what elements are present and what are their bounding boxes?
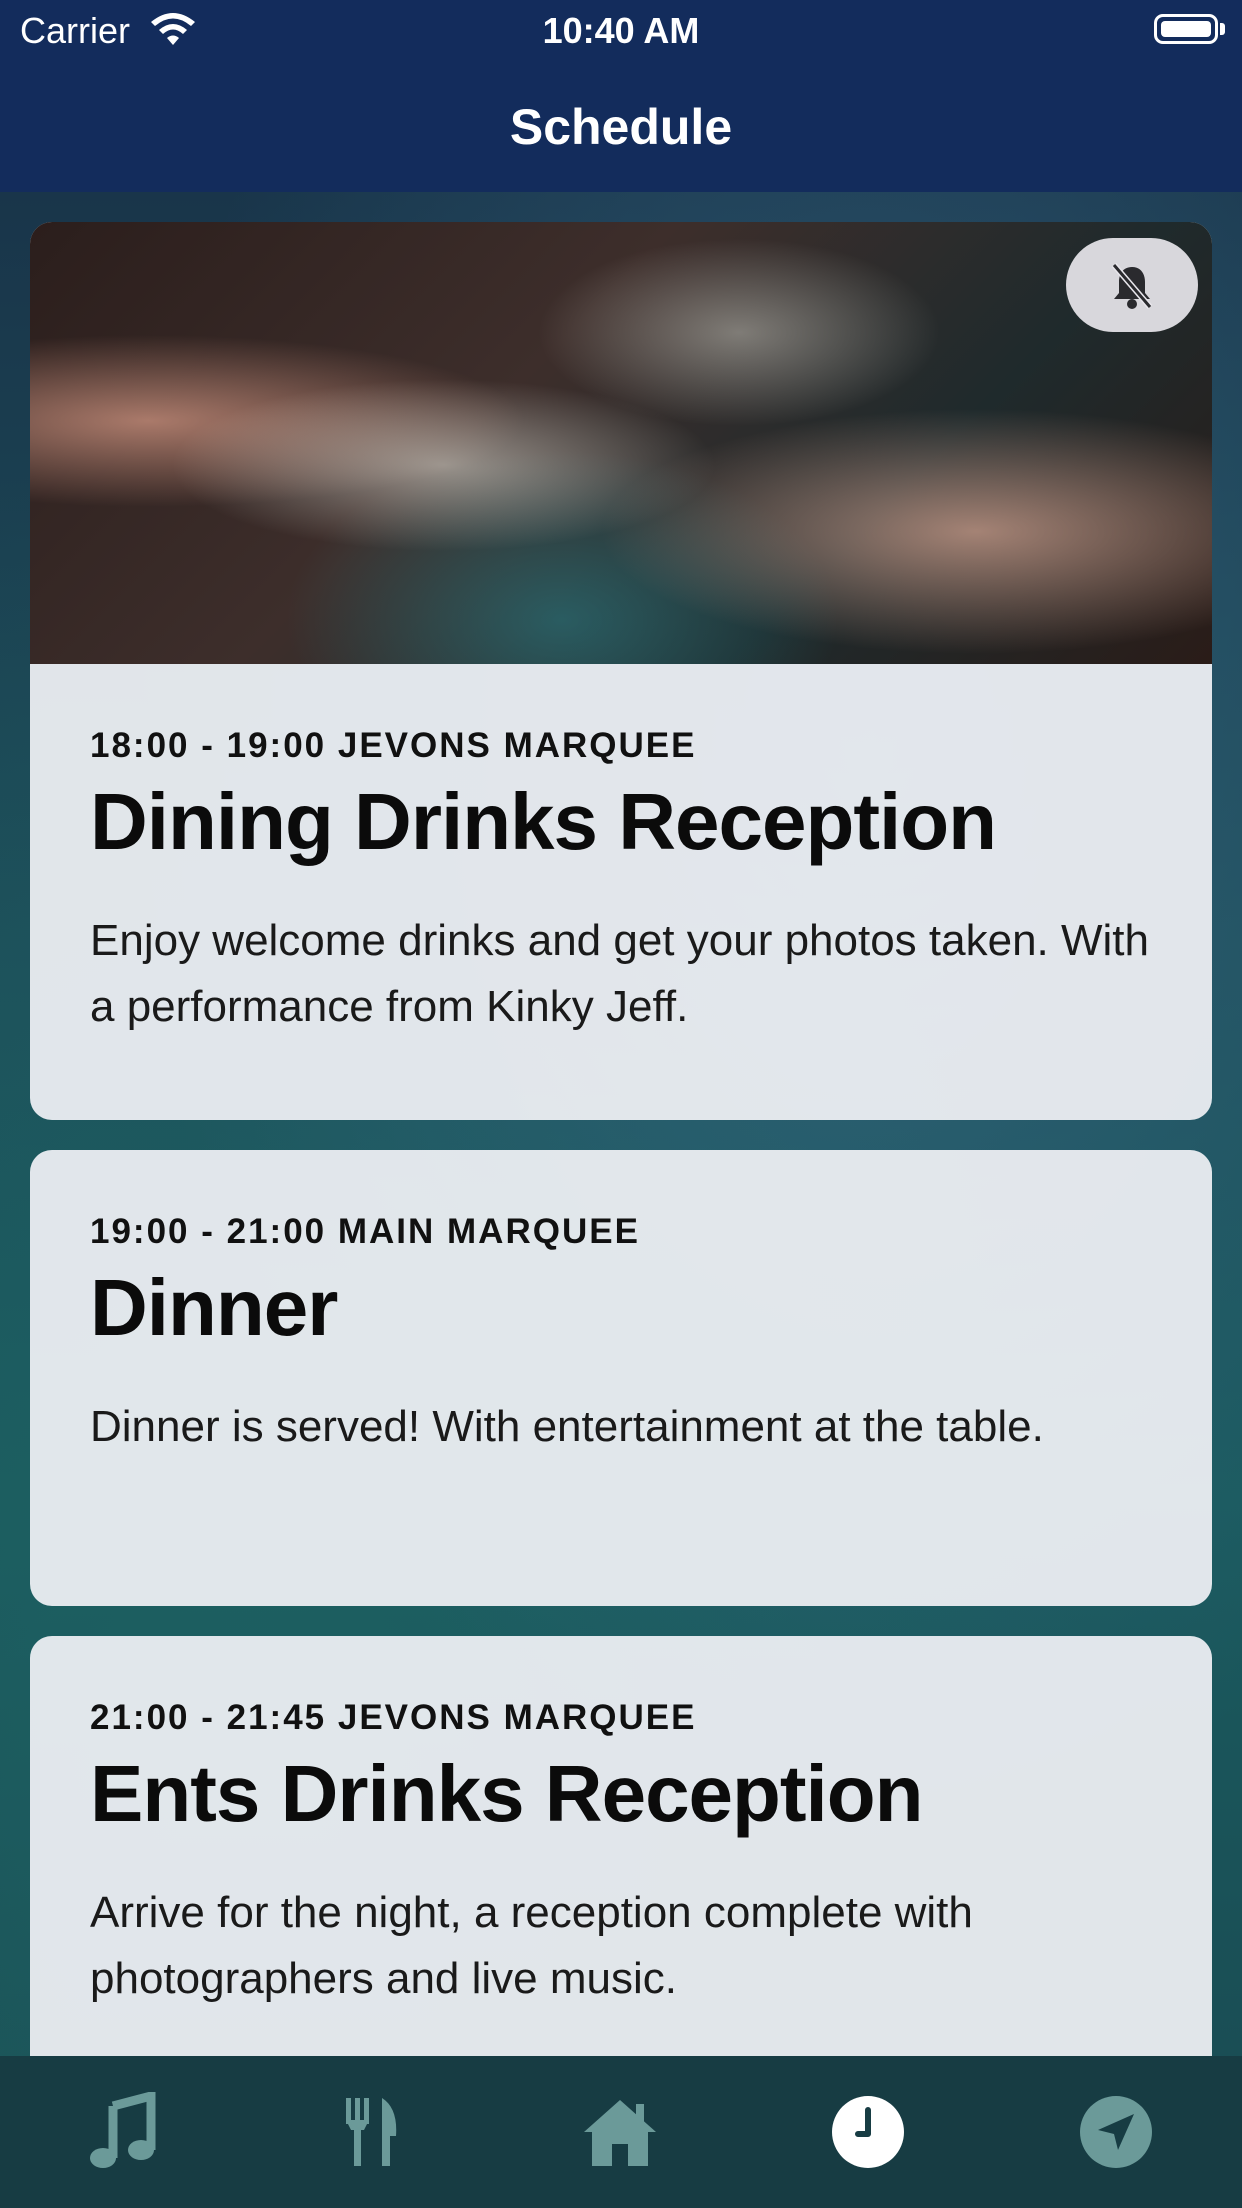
event-card[interactable]: 18:00 - 19:00 JEVONS MARQUEE Dining Drin… [30,222,1212,1120]
event-time-location: 21:00 - 21:45 JEVONS MARQUEE [90,1698,697,1737]
location-arrow-icon [1080,2096,1152,2168]
event-title: Dining Drinks Reception [90,777,997,866]
tab-home[interactable] [496,2056,744,2208]
battery-tip [1220,23,1225,35]
schedule-list[interactable]: 18:00 - 19:00 JEVONS MARQUEE Dining Drin… [0,192,1242,2056]
event-time-location: 18:00 - 19:00 JEVONS MARQUEE [90,726,697,765]
tab-directions[interactable] [992,2056,1240,2208]
clock-icon [832,2096,904,2168]
event-description: Dinner is served! With entertainment at … [90,1402,1044,1451]
status-time: 10:40 AM [542,10,700,51]
tab-dining[interactable] [248,2056,496,2208]
event-time-location: 19:00 - 21:00 MAIN MARQUEE [90,1212,640,1251]
event-title: Ents Drinks Reception [90,1749,924,1838]
battery-icon [1154,14,1218,44]
tab-bar [0,2056,1242,2208]
event-card[interactable]: 21:00 - 21:45 JEVONS MARQUEE Ents Drinks… [30,1636,1212,2056]
tab-schedule[interactable] [744,2056,992,2208]
home-icon [584,2100,656,2166]
page-title: Schedule [509,99,733,155]
event-card[interactable]: 19:00 - 21:00 MAIN MARQUEE Dinner Dinner… [30,1150,1212,1606]
event-title: Dinner [90,1263,338,1352]
tab-music[interactable] [0,2056,248,2208]
notification-toggle-button[interactable] [1066,238,1198,332]
event-image [30,222,1212,664]
music-icon [90,2092,156,2168]
navigation-bar: Schedule [0,62,1242,192]
status-bar: Carrier 10:40 AM [0,0,1242,62]
bell-slash-icon [1111,263,1153,309]
event-description: Enjoy welcome drinks and get your photos… [90,916,1149,1031]
fork-knife-icon [346,2098,397,2166]
event-description: Arrive for the night, a reception comple… [90,1888,973,2003]
